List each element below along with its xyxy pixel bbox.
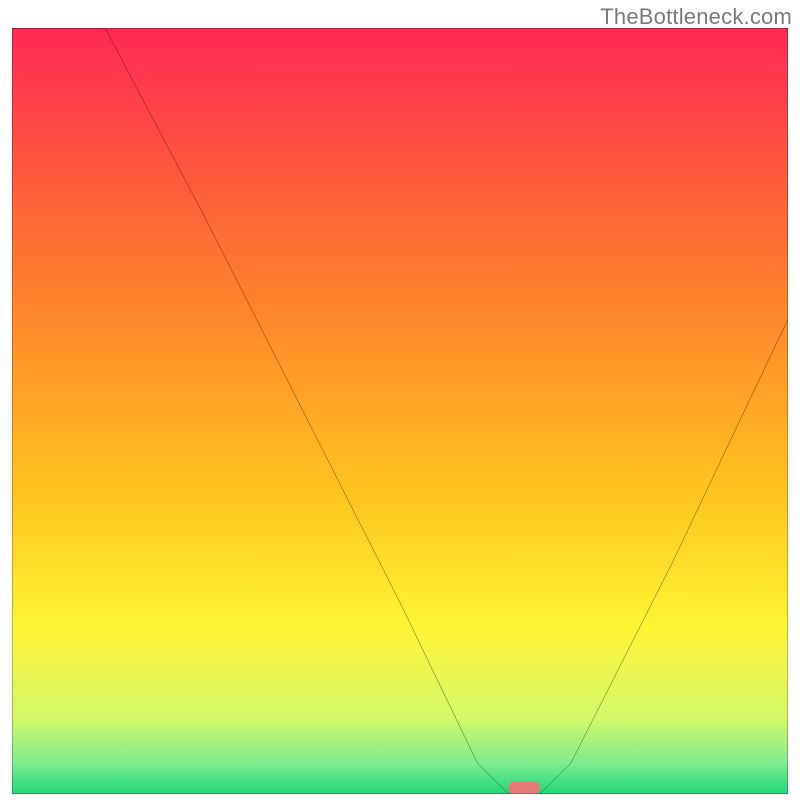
chart-svg — [12, 28, 788, 794]
chart-background — [12, 28, 788, 794]
optimum-marker — [509, 782, 540, 794]
watermark-text: TheBottleneck.com — [600, 4, 792, 30]
